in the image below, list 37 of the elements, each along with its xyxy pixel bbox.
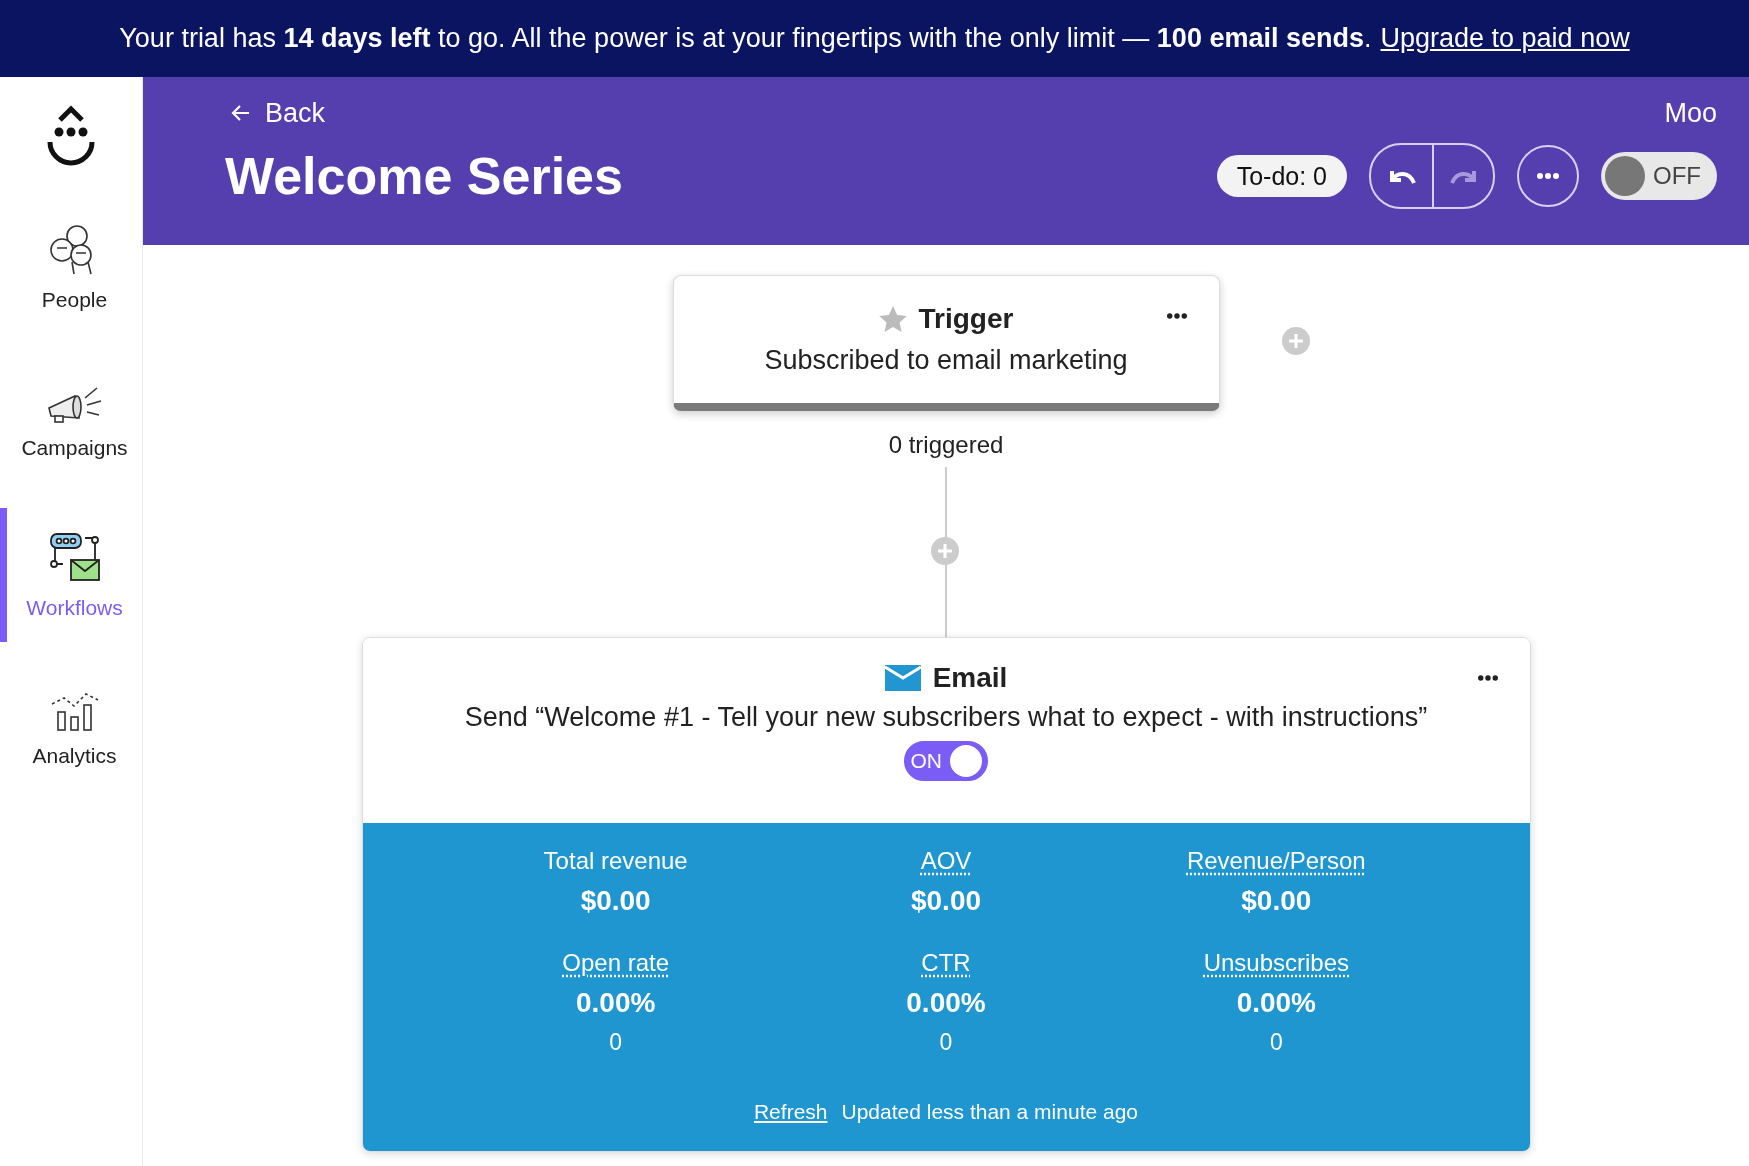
- metric-value: 0.00%: [575, 987, 656, 1019]
- metric-value: $0.00: [580, 885, 651, 917]
- envelope-icon: [884, 665, 921, 691]
- toggle-switch[interactable]: OFF: [1601, 152, 1717, 200]
- arrow-left-icon: [231, 103, 251, 123]
- more-icon: [1537, 172, 1559, 180]
- bar-chart-icon: [49, 690, 100, 734]
- trial-message: Your trial has 14 days left to go. All the power is at your fingertips with the only limit — 100 email sends.: [119, 23, 1372, 54]
- account-name[interactable]: Moo: [1664, 97, 1717, 129]
- star-icon: [878, 305, 907, 333]
- metric-count: 0: [1269, 1029, 1283, 1056]
- metric-count: 0: [609, 1029, 623, 1056]
- toggle-switch[interactable]: ON: [904, 741, 988, 781]
- more-icon: [1477, 674, 1498, 682]
- email-description: Send “Welcome #1 - Tell your new subscribers what to expect - with instructions”: [464, 702, 1428, 733]
- todo-button[interactable]: To-do: 0: [1216, 155, 1347, 197]
- trigger-count: 0 triggered: [888, 431, 1004, 459]
- metric-label: Total revenue: [543, 847, 688, 875]
- metric-value: 0.00%: [1236, 987, 1317, 1019]
- back-link[interactable]: Back: [225, 97, 326, 129]
- metric-count: 0: [939, 1029, 953, 1056]
- metric-value: $0.00: [1241, 885, 1312, 917]
- metric-value: $0.00: [910, 885, 982, 917]
- sidebar-item[interactable]: People: [0, 200, 142, 334]
- logo-icon[interactable]: [45, 104, 97, 166]
- sidebar-item[interactable]: Campaigns: [0, 360, 142, 482]
- card-title: Trigger: [918, 303, 1014, 335]
- workflow-title: Welcome Series: [225, 146, 623, 206]
- card-title: Email: [932, 662, 1008, 694]
- updated-text: Updated less than a minute ago: [841, 1100, 1139, 1124]
- card-subtitle: Subscribed to email marketing: [764, 345, 1128, 376]
- sidebar-item[interactable]: Analytics: [0, 668, 142, 790]
- sidebar-item[interactable]: Workflows: [0, 508, 142, 642]
- trigger-card[interactable]: Trigger Subscribed to email marketing: [672, 275, 1220, 411]
- more-icon: [1166, 312, 1187, 320]
- upgrade-link[interactable]: Upgrade to paid now: [1380, 23, 1630, 54]
- metric-value: 0.00%: [906, 987, 986, 1019]
